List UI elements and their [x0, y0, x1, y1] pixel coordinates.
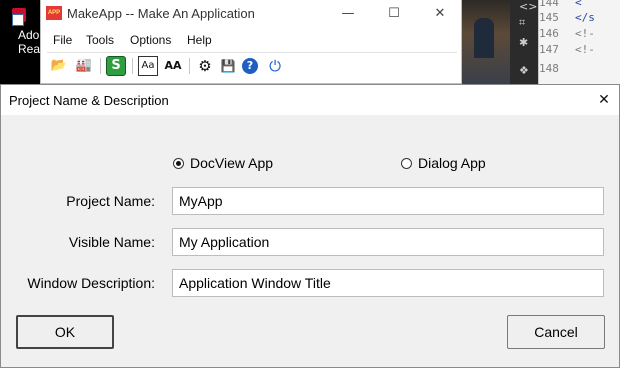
desktop-shortcut-label-2: Rea [18, 42, 41, 56]
font-icon[interactable]: Aa [138, 56, 158, 76]
menu-options[interactable]: Options [130, 30, 171, 50]
dialog-title: Project Name & Description [9, 93, 169, 108]
minimize-button[interactable]: — [325, 0, 371, 28]
power-icon[interactable]: ⏻ [265, 56, 285, 76]
menu-help[interactable]: Help [187, 30, 212, 50]
code-editor[interactable]: 144 < 145 </s 146 <!- 147 <!- 148 [538, 0, 620, 84]
makeapp-window: APP MakeApp -- Make An Application — ☐ ✕… [40, 0, 462, 84]
ok-button[interactable]: OK [16, 315, 114, 349]
toolbar-separator [100, 58, 101, 74]
visible-name-input[interactable] [172, 228, 604, 256]
window-titlebar[interactable]: APP MakeApp -- Make An Application — ☐ ✕ [41, 0, 461, 28]
toolbar-separator [132, 58, 133, 74]
line-code: <!- [575, 43, 595, 56]
radio-unchecked-icon [401, 157, 412, 169]
generate-icon[interactable]: S [106, 56, 126, 76]
gutter-grid-icon[interactable]: ⌗ [519, 16, 525, 30]
window-title: MakeApp -- Make An Application [67, 6, 255, 21]
dialog-close-button[interactable]: ✕ [589, 85, 619, 115]
radio-dialog-app[interactable]: Dialog App [401, 155, 486, 171]
project-name-label: Project Name: [66, 193, 155, 209]
toolbar: 📂 🏭 S Aa AA ⚙ 💾 ? ⏻ [47, 52, 457, 79]
window-description-label: Window Description: [27, 275, 155, 291]
line-number: 147 [539, 43, 559, 56]
gutter-tag-icon[interactable]: <> [519, 0, 537, 13]
radio-label: Dialog App [418, 155, 486, 171]
open-folder-icon[interactable]: 📂 [49, 56, 69, 76]
project-name-input[interactable] [172, 187, 604, 215]
code-line: 147 <!- [539, 41, 620, 59]
project-dialog: Project Name & Description ✕ DocView App… [0, 84, 620, 368]
dialog-titlebar[interactable]: Project Name & Description ✕ [1, 85, 619, 115]
shortcut-arrow-icon [12, 14, 24, 26]
background-photo [462, 0, 510, 84]
radio-checked-icon [173, 157, 184, 169]
menu-file[interactable]: File [53, 30, 72, 50]
close-window-button[interactable]: ✕ [417, 0, 463, 28]
build-icon[interactable]: 🏭 [74, 56, 94, 76]
toolbar-separator [189, 58, 190, 74]
menu-tools[interactable]: Tools [86, 30, 114, 50]
gutter-diamond-icon[interactable]: ❖ [519, 64, 529, 77]
font-size-icon[interactable]: AA [163, 56, 183, 76]
maximize-button[interactable]: ☐ [371, 0, 417, 28]
app-logo-icon: APP [46, 6, 62, 20]
gutter-star-icon[interactable]: ✱ [519, 36, 528, 49]
radio-label: DocView App [190, 155, 274, 171]
desktop-background: Ado Rea [0, 0, 40, 84]
editor-gutter: <> ⌗ ✱ ❖ [510, 0, 538, 84]
settings-gear-icon[interactable]: ⚙ [195, 56, 215, 76]
visible-name-label: Visible Name: [68, 234, 155, 250]
help-icon[interactable]: ? [242, 58, 258, 74]
line-number: 148 [539, 62, 559, 75]
cancel-button[interactable]: Cancel [507, 315, 605, 349]
desktop-shortcut-label-1: Ado [18, 28, 40, 42]
radio-docview-app[interactable]: DocView App [173, 155, 273, 171]
save-disk-icon[interactable]: 💾 [218, 56, 238, 76]
window-description-input[interactable] [172, 269, 604, 297]
code-line: 148 [539, 60, 620, 78]
